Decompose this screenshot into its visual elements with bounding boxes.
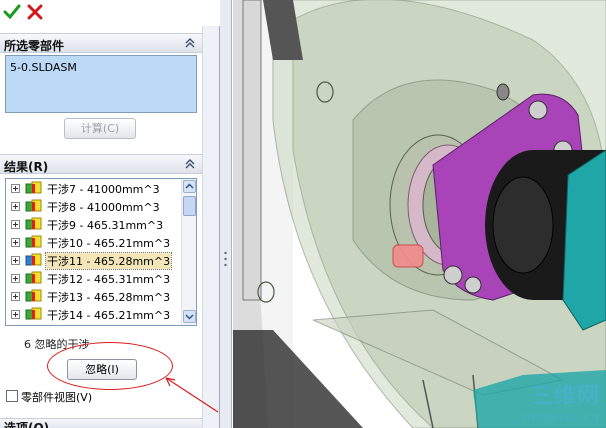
scroll-down-arrow[interactable] xyxy=(183,310,196,323)
watermark-logo: 三维网 xyxy=(530,384,600,409)
expand-plus-icon[interactable] xyxy=(11,220,20,229)
tree-row[interactable]: 干涉9 - 465.31mm^3 xyxy=(6,216,182,233)
results-title: 结果(R) xyxy=(4,160,49,174)
chevron-up-icon xyxy=(185,183,194,189)
graphics-viewport[interactable]: 三维网 3DPORTAL.CN xyxy=(233,0,606,428)
tree-row-label: 干涉11 - 465.28mm^3 xyxy=(44,252,173,270)
expand-plus-icon[interactable] xyxy=(11,238,20,247)
component-view-checkbox[interactable] xyxy=(6,390,18,402)
chevron-down-icon xyxy=(185,314,194,320)
calculate-button[interactable]: 计算(C) xyxy=(64,118,136,139)
expand-plus-icon[interactable] xyxy=(11,184,20,193)
results-header[interactable]: 结果(R) xyxy=(0,154,202,174)
tree-row[interactable]: 干涉8 - 41000mm^3 xyxy=(6,198,182,215)
tree-row-label: 干涉12 - 465.31mm^3 xyxy=(47,273,171,286)
options-header[interactable]: 选项(O) xyxy=(0,418,202,428)
property-manager: 所选零部件 5-0.SLDASM 计算(C) 结果(R) 干涉7 - 41000… xyxy=(0,0,220,428)
expand-plus-icon[interactable] xyxy=(11,292,20,301)
tree-row[interactable]: 干涉7 - 41000mm^3 xyxy=(6,180,182,197)
tree-row-label: 干涉10 - 465.21mm^3 xyxy=(47,237,171,250)
tree-row[interactable]: 干涉10 - 465.21mm^3 xyxy=(6,234,182,251)
tree-row[interactable]: 干涉14 - 465.21mm^3 xyxy=(6,306,182,323)
tree-row[interactable]: 干涉12 - 465.31mm^3 xyxy=(6,270,182,287)
selected-components-title: 所选零部件 xyxy=(4,39,65,53)
interference-icon xyxy=(25,271,42,284)
action-bar xyxy=(0,0,220,26)
annotation-arrow xyxy=(165,377,219,413)
selected-components-list[interactable]: 5-0.SLDASM xyxy=(5,55,197,113)
close-icon[interactable] xyxy=(26,3,44,21)
interference-icon xyxy=(25,199,42,212)
collapse-chevron-icon[interactable] xyxy=(184,158,196,170)
expand-plus-icon[interactable] xyxy=(11,310,20,319)
tree-row-label: 干涉14 - 465.21mm^3 xyxy=(47,309,171,322)
tree-row-label: 干涉8 - 41000mm^3 xyxy=(47,201,160,214)
results-tree[interactable]: 干涉7 - 41000mm^3 干涉8 - 41000mm^3 干涉9 - 46… xyxy=(5,178,197,326)
collapse-chevron-icon[interactable] xyxy=(184,37,196,49)
selected-component-item[interactable]: 5-0.SLDASM xyxy=(10,61,77,74)
selected-components-header[interactable]: 所选零部件 xyxy=(0,33,202,53)
tree-row-label: 干涉13 - 465.28mm^3 xyxy=(47,291,171,304)
tree-row-selected[interactable]: 干涉11 - 465.28mm^3 xyxy=(6,252,182,270)
interference-icon xyxy=(25,235,42,248)
interference-icon xyxy=(25,217,42,230)
tree-row-label: 干涉9 - 465.31mm^3 xyxy=(47,219,164,232)
ignore-button[interactable]: 忽略(I) xyxy=(67,359,137,380)
tree-scrollbar[interactable] xyxy=(181,179,196,325)
watermark-subtext: 3DPORTAL.CN xyxy=(519,413,600,424)
expand-plus-icon[interactable] xyxy=(11,256,20,265)
expand-plus-icon[interactable] xyxy=(11,274,20,283)
interference-icon xyxy=(25,253,42,266)
options-title: 选项(O) xyxy=(4,421,50,428)
tree-row-label: 干涉7 - 41000mm^3 xyxy=(47,183,160,196)
panel-splitter[interactable] xyxy=(220,0,232,428)
assembly-3d-model xyxy=(233,0,606,428)
expand-plus-icon[interactable] xyxy=(11,202,20,211)
panel-scrollbar[interactable] xyxy=(202,26,219,428)
grip-handle-icon[interactable] xyxy=(222,250,229,268)
interference-icon xyxy=(25,181,42,194)
check-icon[interactable] xyxy=(3,3,21,21)
component-view-label[interactable]: 零部件视图(V) xyxy=(21,389,92,405)
scroll-up-arrow[interactable] xyxy=(183,180,196,193)
interference-icon xyxy=(25,289,42,302)
tree-row[interactable]: 干涉13 - 465.28mm^3 xyxy=(6,288,182,305)
interference-icon xyxy=(25,307,42,320)
scroll-thumb[interactable] xyxy=(183,196,196,216)
